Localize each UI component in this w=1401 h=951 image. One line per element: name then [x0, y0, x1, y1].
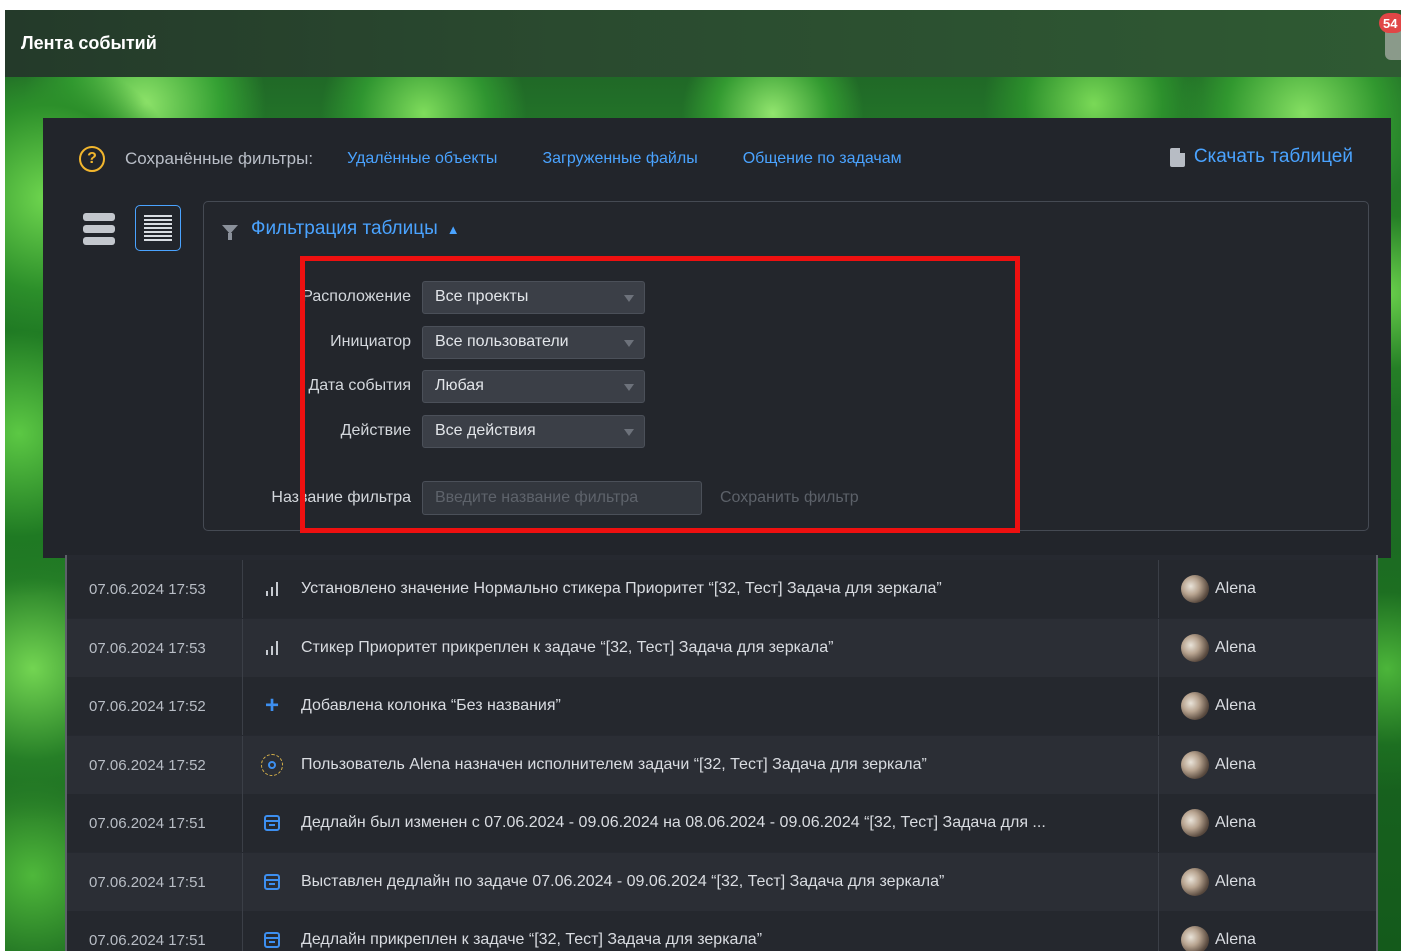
page-title: Лента событий [21, 33, 157, 53]
bars-icon [243, 619, 301, 677]
avatar [1181, 634, 1209, 662]
saved-filters-row: ? Сохранённые фильтры: Удалённые объекты… [79, 145, 1391, 173]
excel-file-icon [1169, 147, 1185, 167]
table-row[interactable]: 07.06.2024 17:52 Пользователь Alena назн… [67, 736, 1376, 794]
event-user-name: Alena [1215, 931, 1256, 948]
event-text: Пользователь Alena назначен исполнителем… [301, 756, 927, 773]
event-user: Alena [1158, 677, 1376, 735]
event-user: Alena [1158, 794, 1376, 852]
avatar [1181, 809, 1209, 837]
view-compact-button[interactable] [83, 213, 115, 245]
calendar-icon [243, 911, 301, 951]
avatar [1181, 751, 1209, 779]
saved-filter-task-comments[interactable]: Общение по задачам [743, 150, 902, 168]
help-icon[interactable]: ? [79, 146, 105, 172]
event-user-name: Alena [1215, 756, 1256, 773]
event-date: 07.06.2024 17:51 [67, 853, 243, 911]
event-date: 07.06.2024 17:53 [67, 560, 243, 618]
avatar [1181, 926, 1209, 951]
calendar-icon [243, 794, 301, 852]
avatar [1181, 575, 1209, 603]
event-user-name: Alena [1215, 639, 1256, 656]
event-user-name: Alena [1215, 697, 1256, 714]
event-text: Установлено значение Нормально стикера П… [301, 580, 942, 597]
user-icon [243, 736, 301, 794]
table-row[interactable]: 07.06.2024 17:53 Установлено значение Но… [67, 560, 1376, 618]
download-table-label: Скачать таблицей [1193, 146, 1353, 167]
event-text: Дедлайн прикреплен к задаче “[32, Тест] … [301, 931, 763, 948]
list-icon [144, 215, 172, 241]
event-text: Стикер Приоритет прикреплен к задаче “[3… [301, 639, 834, 656]
funnel-icon [222, 224, 238, 240]
table-row[interactable]: 07.06.2024 17:51 Дедлайн прикреплен к за… [67, 911, 1376, 951]
event-user: Alena [1158, 853, 1376, 911]
caret-up-icon: ▲ [446, 221, 460, 237]
event-date: 07.06.2024 17:51 [67, 911, 243, 951]
event-text: Выставлен дедлайн по задаче 07.06.2024 -… [301, 873, 945, 890]
header-bar: Лента событий 54 [5, 10, 1401, 77]
event-text: Добавлена колонка “Без названия” [301, 697, 561, 714]
filter-toggle[interactable]: Фильтрация таблицы ▲ [222, 218, 460, 240]
filter-title: Фильтрация таблицы [251, 218, 438, 239]
event-user-name: Alena [1215, 814, 1256, 831]
avatar [1181, 692, 1209, 720]
view-list-button[interactable] [135, 205, 181, 251]
events-panel: ? Сохранённые фильтры: Удалённые объекты… [43, 118, 1391, 558]
saved-filter-uploaded-files[interactable]: Загруженные файлы [542, 150, 697, 168]
event-user: Alena [1158, 911, 1376, 951]
event-user: Alena [1158, 619, 1376, 677]
event-user: Alena [1158, 736, 1376, 794]
highlight-frame [300, 256, 1020, 533]
table-row[interactable]: 07.06.2024 17:52 + Добавлена колонка “Бе… [67, 677, 1376, 735]
table-row[interactable]: 07.06.2024 17:51 Выставлен дедлайн по за… [67, 853, 1376, 911]
event-date: 07.06.2024 17:51 [67, 794, 243, 852]
bars-icon [243, 560, 301, 618]
table-row[interactable]: 07.06.2024 17:51 Дедлайн был изменен с 0… [67, 794, 1376, 852]
event-user-name: Alena [1215, 873, 1256, 890]
calendar-icon [243, 853, 301, 911]
event-text: Дедлайн был изменен с 07.06.2024 - 09.06… [301, 814, 1046, 831]
app-window: Лента событий 54 ? Сохранённые фильтры: … [5, 10, 1401, 951]
event-user-name: Alena [1215, 580, 1256, 597]
event-date: 07.06.2024 17:52 [67, 736, 243, 794]
event-user: Alena [1158, 560, 1376, 618]
plus-icon: + [264, 692, 279, 719]
saved-filter-deleted-objects[interactable]: Удалённые объекты [347, 150, 497, 168]
download-table-button[interactable]: Скачать таблицей [1169, 146, 1353, 168]
event-date: 07.06.2024 17:53 [67, 619, 243, 677]
saved-filters-label: Сохранённые фильтры: [125, 149, 314, 168]
avatar [1181, 868, 1209, 896]
events-table: 07.06.2024 17:53 Установлено значение Но… [65, 555, 1378, 951]
event-date: 07.06.2024 17:52 [67, 677, 243, 735]
table-row[interactable]: 07.06.2024 17:53 Стикер Приоритет прикре… [67, 619, 1376, 677]
filter-box: Фильтрация таблицы ▲ Расположение Все пр… [203, 201, 1369, 533]
notification-badge[interactable]: 54 [1379, 13, 1401, 33]
